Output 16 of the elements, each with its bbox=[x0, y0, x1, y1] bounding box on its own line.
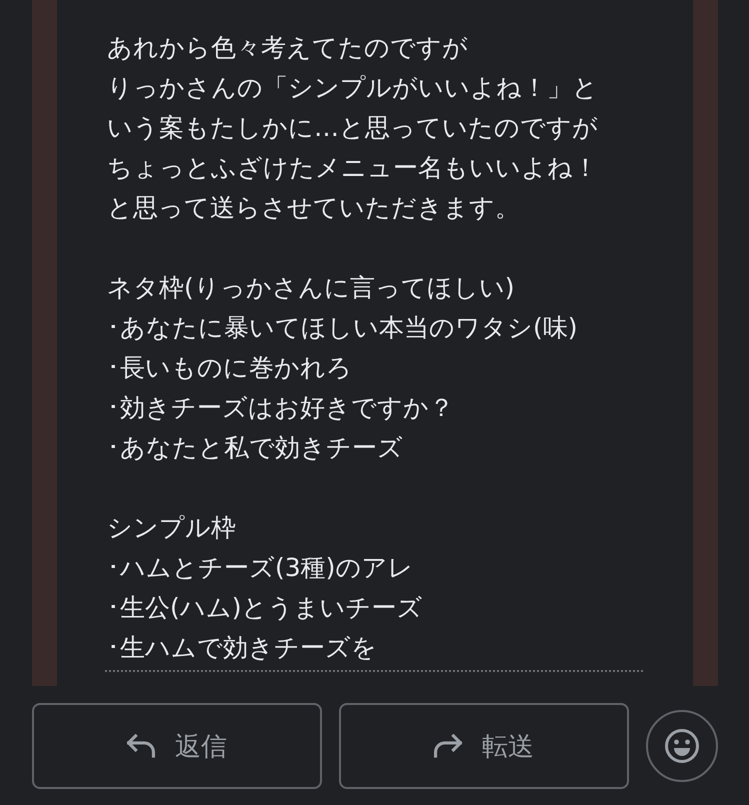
list-item: ･あなたに暴いてほしい本当のワタシ(味) bbox=[107, 312, 579, 344]
list-item: ･あなたと私で効きチーズ bbox=[107, 432, 404, 464]
list-item: ･ハムとチーズ(3種)のアレ bbox=[107, 552, 414, 584]
message-paragraph: あれから色々考えてたのですが りっかさんの「シンプルがいいよね！」と いう案もたしかに…と思っていたのですが ちょっとふざけたメニュー名もいいよね！ と思って送らさせていただきます。 bbox=[107, 32, 599, 224]
list-heading: シンプル枠 bbox=[107, 512, 237, 544]
reply-button[interactable]: 返信 bbox=[32, 703, 322, 789]
list-heading: ネタ枠(りっかさんに言ってほしい) bbox=[107, 272, 516, 304]
forward-icon bbox=[434, 734, 462, 758]
forward-button[interactable]: 転送 bbox=[339, 703, 629, 789]
list-item: ･生ハムで効きチーズを bbox=[107, 632, 378, 664]
list-item: ･長いものに巻かれろ bbox=[107, 352, 353, 384]
list-item: ･生公(ハム)とうまいチーズ bbox=[107, 592, 424, 624]
list-item: ･効きチーズはお好きですか？ bbox=[107, 392, 455, 424]
emoji-button[interactable] bbox=[646, 710, 718, 782]
reply-icon bbox=[127, 734, 155, 758]
smiley-icon bbox=[664, 728, 700, 764]
